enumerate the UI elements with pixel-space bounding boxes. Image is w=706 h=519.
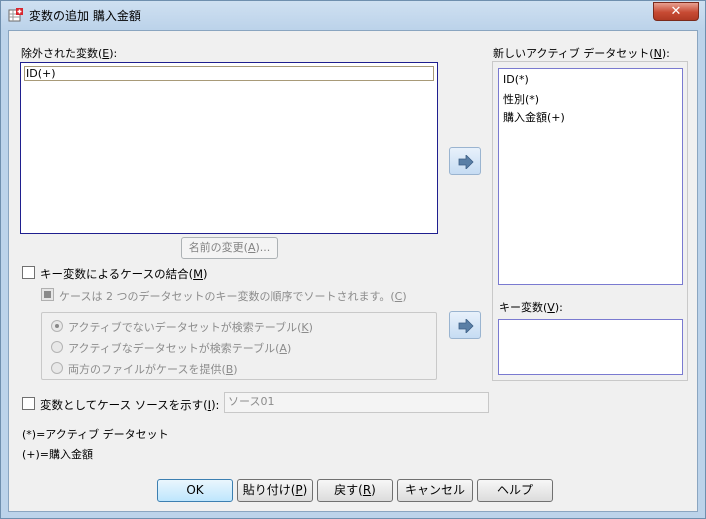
key-match-label: キー変数によるケースの結合(M) xyxy=(40,267,208,281)
radio-active-lookup-label: アクティブなデータセットが検索テーブル(A) xyxy=(68,342,292,355)
source-indicator-label: 変数としてケース ソースを示す(I): xyxy=(40,398,220,412)
key-variables-list[interactable] xyxy=(498,319,683,375)
sorted-label: ケースは 2 つのデータセットのキー変数の順序でソートされます。(C) xyxy=(59,290,407,303)
help-button[interactable]: ヘルプ xyxy=(477,479,553,502)
list-item[interactable]: ID(*) xyxy=(503,73,529,86)
radio-inactive-lookup-label: アクティブでないデータセットが検索テーブル(K) xyxy=(68,321,313,334)
paste-button[interactable]: 貼り付け(P) xyxy=(237,479,313,502)
close-button[interactable]: ✕ xyxy=(653,2,699,21)
list-item[interactable]: 性別(*) xyxy=(503,91,539,107)
lookup-radio-group: アクティブでないデータセットが検索テーブル(K) アクティブなデータセットが検索… xyxy=(41,312,437,380)
radio-both-provide[interactable] xyxy=(51,362,63,374)
new-dataset-label: 新しいアクティブ データセット(N): xyxy=(493,47,670,60)
source-indicator-checkbox[interactable] xyxy=(22,397,35,410)
list-item[interactable]: 購入金額(+) xyxy=(503,109,565,125)
arrow-right-icon xyxy=(458,155,474,169)
key-variables-label: キー変数(V): xyxy=(499,301,563,314)
app-icon xyxy=(8,7,24,23)
key-match-checkbox[interactable] xyxy=(22,266,35,279)
legend-active: (*)=アクティブ データセット xyxy=(22,428,169,441)
excluded-variables-list[interactable]: ID(+) xyxy=(20,62,438,234)
rename-button[interactable]: 名前の変更(A)... xyxy=(181,237,278,259)
ok-button[interactable]: OK xyxy=(157,479,233,502)
radio-active-lookup[interactable] xyxy=(51,341,63,353)
arrow-right-icon xyxy=(458,319,474,333)
close-icon: ✕ xyxy=(670,4,682,19)
radio-both-provide-label: 両方のファイルがケースを提供(B) xyxy=(68,363,238,376)
cancel-button[interactable]: キャンセル xyxy=(397,479,473,502)
dialog-body: 除外された変数(E): ID(+) 名前の変更(A)... キー変数によるケース… xyxy=(8,30,698,512)
move-to-key-button[interactable] xyxy=(449,311,481,339)
new-dataset-list[interactable]: ID(*) 性別(*) 購入金額(+) xyxy=(498,68,683,285)
source-name-input[interactable]: ソース01 xyxy=(224,392,489,413)
dialog-window: 変数の追加 購入金額 ✕ 除外された変数(E): ID(+) 名前の変更(A).… xyxy=(0,0,706,519)
title-bar[interactable]: 変数の追加 購入金額 ✕ xyxy=(1,1,705,29)
excluded-variables-label: 除外された変数(E): xyxy=(21,47,118,60)
list-item[interactable]: ID(+) xyxy=(24,66,434,81)
reset-button[interactable]: 戻す(R) xyxy=(317,479,393,502)
sorted-checkbox[interactable] xyxy=(41,288,54,301)
legend-other: (+)=購入金額 xyxy=(22,448,94,461)
window-title: 変数の追加 購入金額 xyxy=(29,9,141,23)
move-to-dataset-button[interactable] xyxy=(449,147,481,175)
radio-inactive-lookup[interactable] xyxy=(51,320,63,332)
